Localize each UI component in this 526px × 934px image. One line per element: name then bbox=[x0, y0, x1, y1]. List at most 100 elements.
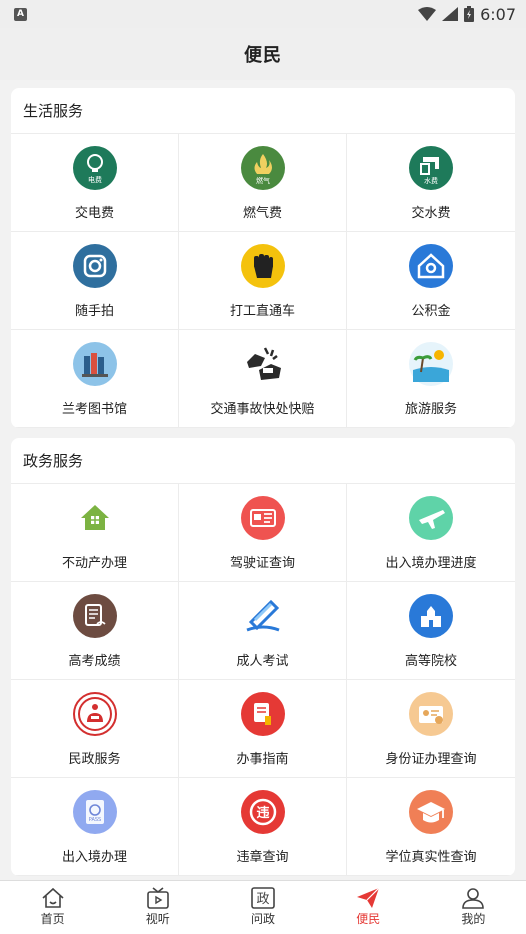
service-worker-bus[interactable]: 打工直通车 bbox=[179, 232, 347, 330]
books-icon bbox=[72, 342, 117, 386]
service-gas[interactable]: 燃气 燃气费 bbox=[179, 134, 347, 232]
car-crash-icon bbox=[246, 347, 281, 380]
beach-icon bbox=[409, 342, 453, 386]
life-services-card: 生活服务 电费 交电费 燃气 燃气费 水费 交水费 随手拍 打工直通车 公积金 … bbox=[11, 88, 515, 428]
service-label: 交通事故快处快赔 bbox=[210, 402, 315, 417]
tab-convenience[interactable]: 便民 bbox=[316, 881, 421, 934]
electricity-icon-text: 电费 bbox=[88, 175, 102, 184]
graduation-cap-icon bbox=[409, 790, 453, 834]
water-icon-text: 水费 bbox=[424, 176, 438, 185]
license-card-icon bbox=[240, 496, 285, 540]
service-traffic-accident[interactable]: 交通事故快处快赔 bbox=[179, 330, 347, 428]
tab-label: 首页 bbox=[40, 912, 65, 926]
paper-plane-icon bbox=[357, 887, 380, 908]
service-exit-entry[interactable]: PASS 出入境办理 bbox=[11, 778, 179, 876]
service-label: 燃气费 bbox=[242, 206, 282, 221]
house-fund-icon bbox=[409, 244, 453, 288]
service-adult-exam[interactable]: 成人考试 bbox=[179, 582, 347, 680]
service-label: 出入境办理 bbox=[61, 850, 127, 865]
airplane-icon bbox=[409, 496, 453, 540]
status-bar: A 6:07 bbox=[0, 0, 526, 28]
service-label: 随手拍 bbox=[74, 304, 114, 319]
flame-icon: 燃气 bbox=[240, 146, 285, 190]
service-label: 违章查询 bbox=[236, 850, 289, 865]
tab-label: 问政 bbox=[251, 912, 276, 926]
service-label: 高等院校 bbox=[404, 654, 457, 669]
service-label: 成人考试 bbox=[236, 654, 289, 669]
passport-icon: PASS bbox=[72, 790, 117, 834]
bottom-tab-bar: 首页 视听 政 问政 便民 我的 bbox=[0, 880, 526, 934]
service-label: 办事指南 bbox=[236, 752, 289, 767]
tab-label: 我的 bbox=[461, 912, 486, 926]
page-title: 便民 bbox=[244, 45, 282, 66]
life-services-grid: 电费 交电费 燃气 燃气费 水费 交水费 随手拍 打工直通车 公积金 兰考图书馆… bbox=[11, 134, 515, 428]
service-civil-affairs[interactable]: 民政服务 bbox=[11, 680, 179, 778]
service-driver-license[interactable]: 驾驶证查询 bbox=[179, 484, 347, 582]
gov-services-grid: 不动产办理 驾驶证查询 出入境办理进度 高考成绩 成人考试 高等院校 民政服务 … bbox=[11, 484, 515, 876]
service-label: 旅游服务 bbox=[404, 402, 457, 417]
service-tourism[interactable]: 旅游服务 bbox=[347, 330, 515, 428]
status-icons: 6:07 bbox=[418, 5, 516, 24]
user-icon bbox=[462, 888, 485, 909]
guide-document-icon bbox=[240, 692, 285, 736]
section-title-life: 生活服务 bbox=[11, 88, 515, 134]
service-library[interactable]: 兰考图书馆 bbox=[11, 330, 179, 428]
tab-label: 便民 bbox=[356, 912, 381, 926]
service-label: 身份证办理查询 bbox=[385, 752, 477, 767]
house-icon bbox=[80, 505, 109, 530]
service-photo-report[interactable]: 随手拍 bbox=[11, 232, 179, 330]
service-label: 公积金 bbox=[411, 304, 451, 319]
service-id-card[interactable]: 身份证办理查询 bbox=[347, 680, 515, 778]
status-time: 6:07 bbox=[480, 4, 516, 24]
service-label: 驾驶证查询 bbox=[229, 556, 295, 571]
service-universities[interactable]: 高等院校 bbox=[347, 582, 515, 680]
government-icon-text: 政 bbox=[256, 892, 269, 907]
service-guide[interactable]: 办事指南 bbox=[179, 680, 347, 778]
passport-icon-text: PASS bbox=[88, 817, 100, 823]
tab-label: 视听 bbox=[145, 912, 170, 926]
gas-icon-text: 燃气 bbox=[256, 176, 270, 185]
battery-icon bbox=[464, 6, 475, 22]
lightbulb-icon: 电费 bbox=[72, 146, 117, 190]
service-label: 高考成绩 bbox=[68, 654, 121, 669]
service-housing-fund[interactable]: 公积金 bbox=[347, 232, 515, 330]
service-label: 民政服务 bbox=[68, 752, 121, 767]
home-icon bbox=[42, 887, 64, 908]
service-water[interactable]: 水费 交水费 bbox=[347, 134, 515, 232]
service-violations[interactable]: 违 违章查询 bbox=[179, 778, 347, 876]
service-electricity[interactable]: 电费 交电费 bbox=[11, 134, 179, 232]
notification-app-icon: A bbox=[14, 7, 27, 21]
gov-services-card: 政务服务 不动产办理 驾驶证查询 出入境办理进度 高考成绩 成人考试 高等院校 … bbox=[11, 438, 515, 876]
civil-affairs-emblem-icon bbox=[72, 692, 117, 736]
tab-video[interactable]: 视听 bbox=[105, 881, 210, 934]
service-label: 交电费 bbox=[74, 206, 114, 221]
score-sheet-icon bbox=[72, 594, 117, 638]
school-building-icon bbox=[409, 594, 453, 638]
service-label: 学位真实性查询 bbox=[385, 850, 477, 865]
service-label: 兰考图书馆 bbox=[61, 402, 127, 417]
violation-icon: 违 bbox=[240, 790, 285, 834]
service-label: 出入境办理进度 bbox=[385, 556, 477, 571]
page-header: 便民 bbox=[0, 28, 526, 80]
violation-icon-text: 违 bbox=[256, 805, 269, 821]
camera-icon bbox=[72, 244, 117, 288]
tv-icon bbox=[146, 887, 169, 909]
service-real-estate[interactable]: 不动产办理 bbox=[11, 484, 179, 582]
id-card-icon bbox=[409, 692, 453, 736]
service-label: 交水费 bbox=[411, 206, 451, 221]
signal-icon bbox=[442, 7, 459, 21]
service-exit-entry-progress[interactable]: 出入境办理进度 bbox=[347, 484, 515, 582]
service-exam-score[interactable]: 高考成绩 bbox=[11, 582, 179, 680]
section-title-gov: 政务服务 bbox=[11, 438, 515, 484]
government-icon: 政 bbox=[251, 887, 275, 909]
tab-home[interactable]: 首页 bbox=[0, 881, 105, 934]
service-degree-verify[interactable]: 学位真实性查询 bbox=[347, 778, 515, 876]
service-label: 不动产办理 bbox=[61, 556, 127, 571]
water-tap-icon: 水费 bbox=[409, 146, 453, 190]
wifi-icon bbox=[418, 7, 437, 21]
tab-politics[interactable]: 政 问政 bbox=[210, 881, 315, 934]
service-label: 打工直通车 bbox=[229, 304, 295, 319]
pen-paper-icon bbox=[245, 599, 280, 632]
fist-icon bbox=[240, 244, 285, 288]
tab-mine[interactable]: 我的 bbox=[421, 881, 526, 934]
